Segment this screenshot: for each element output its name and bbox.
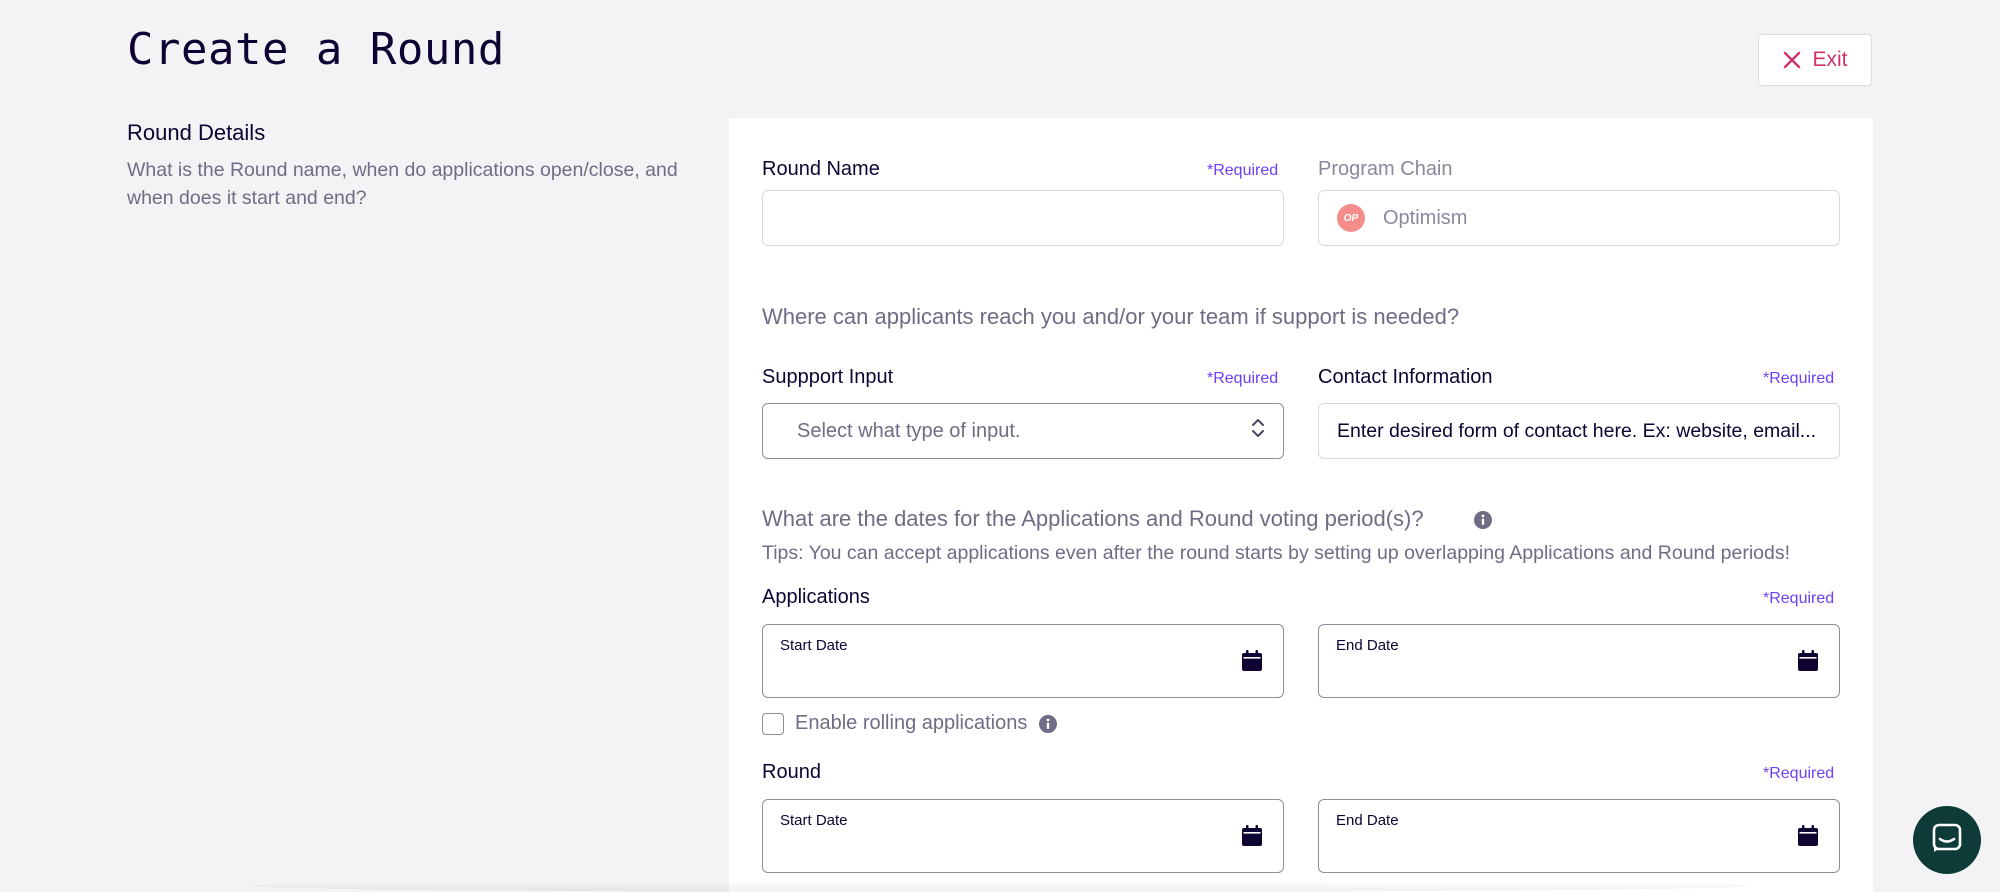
calendar-icon (1241, 650, 1263, 677)
close-icon (1782, 50, 1802, 70)
support-input-select[interactable]: Select what type of input. (762, 403, 1284, 459)
form-card: Round Name *Required Program Chain OP Op… (729, 118, 1873, 892)
round-end-date-label: End Date (1336, 812, 1399, 829)
support-question: Where can applicants reach you and/or yo… (762, 304, 1460, 329)
page: Create a Round Exit Round Details What i… (0, 0, 2000, 892)
dates-tips: Tips: You can accept applications even a… (762, 542, 1791, 564)
support-input-placeholder: Select what type of input. (797, 419, 1021, 442)
exit-button[interactable]: Exit (1758, 34, 1872, 86)
rolling-applications-checkbox[interactable] (762, 713, 784, 735)
applications-label: Applications (762, 586, 870, 608)
program-chain-field: OP Optimism (1318, 190, 1840, 246)
section-heading: Round Details (127, 120, 266, 145)
round-required: *Required (1763, 765, 1835, 782)
applications-end-date-label: End Date (1336, 637, 1399, 654)
rolling-applications-label: Enable rolling applications (795, 712, 1028, 734)
support-input-required: *Required (1207, 370, 1279, 387)
contact-information-required: *Required (1763, 370, 1835, 387)
optimism-logo-icon: OP (1337, 204, 1365, 232)
info-icon[interactable] (1039, 715, 1057, 738)
contact-information-label: Contact Information (1318, 366, 1493, 388)
applications-required: *Required (1763, 590, 1835, 607)
chat-launcher-button[interactable] (1913, 806, 1981, 874)
round-end-date[interactable]: End Date (1318, 799, 1840, 873)
round-name-required: *Required (1207, 162, 1279, 179)
contact-information-input[interactable] (1318, 403, 1840, 459)
support-input-label: Suppport Input (762, 366, 894, 388)
round-start-date-label: Start Date (780, 812, 848, 829)
round-label: Round (762, 761, 821, 783)
round-start-date[interactable]: Start Date (762, 799, 1284, 873)
applications-start-date[interactable]: Start Date (762, 624, 1284, 698)
section-description: What is the Round name, when do applicat… (127, 159, 678, 209)
page-title: Create a Round (127, 24, 505, 75)
calendar-icon (1797, 825, 1819, 852)
dates-question: What are the dates for the Applications … (762, 506, 1424, 531)
applications-start-date-label: Start Date (780, 637, 848, 654)
program-chain-label: Program Chain (1318, 158, 1453, 180)
calendar-icon (1241, 825, 1263, 852)
round-name-label: Round Name (762, 158, 880, 180)
bottom-shadow (250, 880, 1750, 892)
exit-label: Exit (1812, 48, 1848, 71)
applications-end-date[interactable]: End Date (1318, 624, 1840, 698)
round-name-input[interactable] (762, 190, 1284, 246)
chevron-up-down-icon (1251, 417, 1265, 445)
info-icon[interactable] (1474, 511, 1492, 534)
calendar-icon (1797, 650, 1819, 677)
program-chain-value: Optimism (1383, 206, 1468, 229)
chat-icon (1932, 823, 1962, 858)
